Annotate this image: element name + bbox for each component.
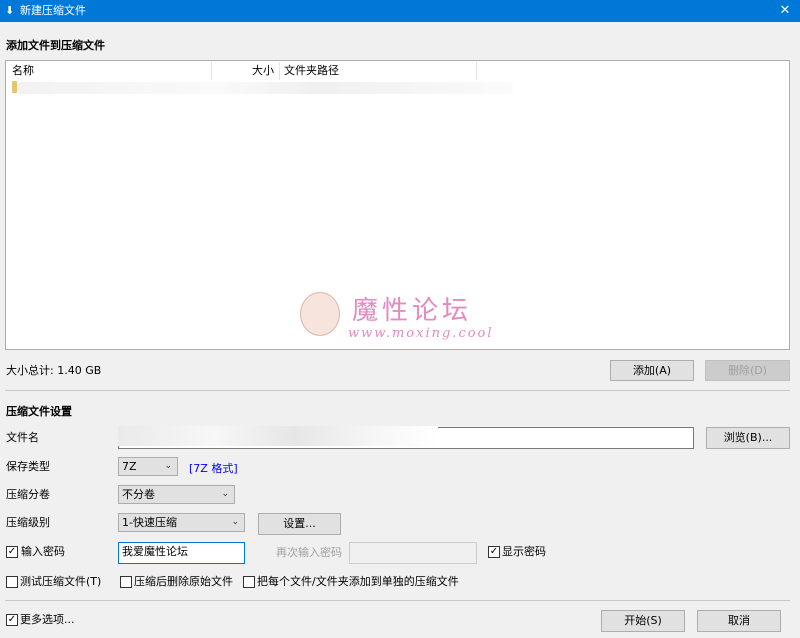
- level-label: 压缩级别: [6, 516, 50, 529]
- file-section-heading: 添加文件到压缩文件: [6, 39, 105, 52]
- start-button[interactable]: 开始(S): [601, 610, 685, 632]
- chevron-down-icon: ⌄: [221, 489, 229, 499]
- column-size[interactable]: 大小: [212, 61, 278, 81]
- filename-label: 文件名: [6, 431, 39, 444]
- chevron-down-icon: ⌄: [231, 517, 239, 527]
- level-value: 1-快速压缩: [122, 516, 177, 529]
- watermark-url: www.moxing.cool: [348, 326, 494, 341]
- watermark-title: 魔性论坛: [352, 296, 473, 326]
- total-size-label: 大小总计: 1.40 GB: [6, 364, 102, 377]
- app-icon: ⬇: [5, 4, 15, 17]
- column-separator: [476, 62, 477, 80]
- save-type-value: 7Z: [122, 460, 137, 473]
- column-name[interactable]: 名称: [8, 61, 38, 81]
- split-value: 不分卷: [122, 488, 155, 501]
- cancel-button[interactable]: 取消: [697, 610, 781, 632]
- more-options-checkbox[interactable]: ✓: [6, 614, 18, 626]
- settings-button[interactable]: 设置...: [258, 513, 341, 535]
- filename-value: [118, 426, 438, 446]
- test-archive-checkbox[interactable]: [6, 576, 18, 588]
- reenter-password-label: 再次输入密码: [276, 546, 342, 559]
- save-type-label: 保存类型: [6, 460, 50, 473]
- title-bar: ⬇ 新建压缩文件 ✕: [0, 0, 800, 22]
- password-input[interactable]: 我爱魔性论坛: [118, 542, 245, 564]
- divider: [5, 600, 790, 601]
- password-label: 输入密码: [21, 545, 65, 558]
- list-item[interactable]: [18, 82, 513, 94]
- split-label: 压缩分卷: [6, 488, 50, 501]
- watermark: 魔性论坛 www.moxing.cool: [300, 288, 500, 348]
- chevron-down-icon: ⌄: [164, 461, 172, 471]
- close-icon[interactable]: ✕: [770, 0, 800, 22]
- test-archive-label: 测试压缩文件(T): [20, 575, 102, 588]
- settings-heading: 压缩文件设置: [6, 405, 72, 418]
- delete-after-label: 压缩后删除原始文件: [134, 575, 233, 588]
- save-type-select[interactable]: 7Z ⌄: [118, 457, 178, 476]
- folder-icon: [12, 81, 17, 93]
- reenter-password-input[interactable]: [349, 542, 477, 564]
- add-button[interactable]: 添加(A): [610, 360, 694, 381]
- more-options-label: 更多选项...: [20, 613, 75, 626]
- show-password-label: 显示密码: [502, 545, 546, 558]
- separate-archives-checkbox[interactable]: [243, 576, 255, 588]
- window-title: 新建压缩文件: [20, 4, 86, 17]
- mascot-icon: [300, 292, 340, 336]
- delete-after-checkbox[interactable]: [120, 576, 132, 588]
- divider: [5, 390, 790, 391]
- column-path[interactable]: 文件夹路径: [280, 61, 343, 81]
- separate-archives-label: 把每个文件/文件夹添加到单独的压缩文件: [257, 575, 459, 588]
- format-link[interactable]: [7Z 格式]: [189, 460, 238, 476]
- show-password-checkbox[interactable]: ✓: [488, 546, 500, 558]
- level-select[interactable]: 1-快速压缩 ⌄: [118, 513, 245, 532]
- split-select[interactable]: 不分卷 ⌄: [118, 485, 235, 504]
- delete-button[interactable]: 删除(D): [705, 360, 790, 381]
- password-checkbox[interactable]: ✓: [6, 546, 18, 558]
- browse-button[interactable]: 浏览(B)...: [706, 427, 790, 449]
- file-list-header: 名称 大小 文件夹路径: [6, 61, 789, 81]
